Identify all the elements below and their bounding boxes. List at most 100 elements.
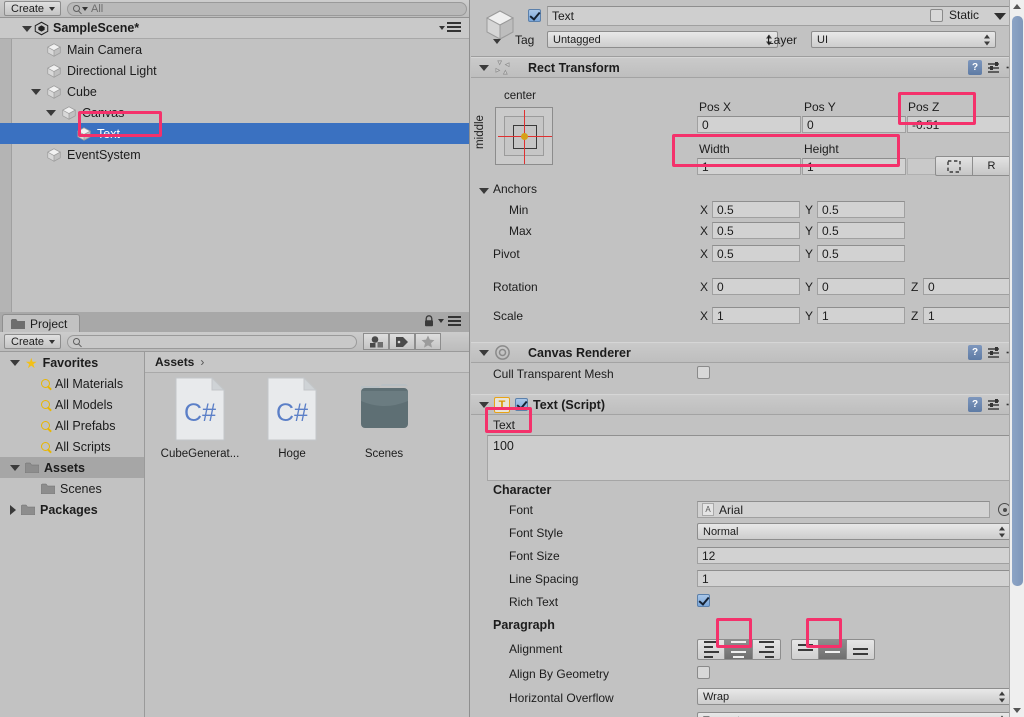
project-tree-item-assets[interactable]: Assets — [0, 457, 144, 478]
project-tree-item-all-prefabs[interactable]: All Prefabs — [0, 415, 144, 436]
chevron-down-icon[interactable] — [46, 110, 56, 116]
chevron-right-icon[interactable] — [10, 504, 16, 515]
project-tree-item-scenes[interactable]: Scenes — [0, 478, 144, 499]
preset-icon[interactable] — [987, 346, 1001, 360]
height-input[interactable]: 1 — [802, 158, 906, 175]
pivot-x-input[interactable]: 0.5 — [712, 245, 800, 262]
asset-item[interactable]: C# Hoge — [247, 376, 337, 460]
chevron-down-icon[interactable] — [22, 26, 32, 32]
pos-x-input[interactable]: 0 — [697, 116, 801, 133]
filter-by-favorite-button[interactable] — [415, 333, 442, 350]
anchor-preset-button[interactable] — [495, 107, 553, 165]
chevron-down-icon[interactable] — [479, 64, 489, 71]
chevron-down-icon[interactable] — [31, 89, 41, 95]
help-icon[interactable]: ? — [968, 345, 982, 360]
rich-text-checkbox[interactable] — [697, 594, 710, 607]
hierarchy-create-button[interactable]: Create — [4, 1, 62, 16]
project-tree-item-favorites[interactable]: ★ Favorites — [0, 352, 144, 373]
text-script-header[interactable]: T Text (Script) ? — [471, 394, 1024, 415]
project-search-input[interactable] — [67, 334, 358, 349]
canvas-renderer-header[interactable]: Canvas Renderer ? — [471, 342, 1024, 363]
font-style-dropdown[interactable]: Normal — [697, 523, 1011, 540]
project-tree-item-all-scripts[interactable]: All Scripts — [0, 436, 144, 457]
hierarchy-item-cube[interactable]: Cube — [0, 81, 469, 102]
scroll-down-arrow-icon[interactable] — [1013, 708, 1021, 713]
scale-y-input[interactable]: 1 — [817, 307, 905, 324]
preset-icon[interactable] — [987, 61, 1001, 75]
preset-icon[interactable] — [987, 398, 1001, 412]
project-create-button[interactable]: Create — [4, 334, 62, 349]
anchor-min-x-input[interactable]: 0.5 — [712, 201, 800, 218]
alignment-vertical-group[interactable] — [791, 639, 875, 660]
inspector-scrollbar[interactable] — [1009, 0, 1024, 717]
hierarchy-item-main-camera[interactable]: Main Camera — [0, 39, 469, 60]
scene-row[interactable]: SampleScene* — [0, 18, 469, 39]
alignment-horizontal-group[interactable] — [697, 639, 781, 660]
width-input[interactable]: 1 — [697, 158, 801, 175]
blueprint-mode-button[interactable] — [935, 156, 973, 176]
hierarchy-item-directional-light[interactable]: Directional Light — [0, 60, 469, 81]
pos-z-input[interactable]: -0.51 — [907, 116, 1011, 133]
hierarchy-item-canvas[interactable]: Canvas — [0, 102, 469, 123]
filter-by-type-button[interactable] — [363, 333, 390, 350]
vertical-overflow-dropdown[interactable]: Truncate — [697, 712, 1011, 717]
hierarchy-options-button[interactable] — [439, 22, 461, 33]
raw-edit-button[interactable]: R — [973, 156, 1011, 176]
help-icon[interactable]: ? — [968, 60, 982, 75]
align-center-button[interactable] — [725, 639, 753, 660]
tag-dropdown[interactable]: Untagged — [547, 31, 778, 48]
pivot-y-input[interactable]: 0.5 — [817, 245, 905, 262]
text-script-enabled-checkbox[interactable] — [515, 398, 528, 411]
align-by-geometry-checkbox[interactable] — [697, 666, 710, 679]
layer-dropdown[interactable]: UI — [811, 31, 996, 48]
font-object-field[interactable]: A Arial — [697, 501, 990, 518]
align-top-button[interactable] — [791, 639, 819, 660]
anchor-min-y-input[interactable]: 0.5 — [817, 201, 905, 218]
project-tree-item-all-models[interactable]: All Models — [0, 394, 144, 415]
gameobject-enabled-checkbox[interactable] — [528, 9, 541, 22]
anchors-chevron-down-icon[interactable] — [479, 188, 489, 194]
tab-project[interactable]: Project — [2, 314, 81, 332]
rotation-y-input[interactable]: 0 — [817, 278, 905, 295]
anchor-max-x-input[interactable]: 0.5 — [712, 222, 800, 239]
static-dropdown-chevron-icon[interactable] — [994, 13, 1006, 20]
horizontal-overflow-dropdown[interactable]: Wrap — [697, 688, 1011, 705]
anchor-max-y-input[interactable]: 0.5 — [817, 222, 905, 239]
pos-y-input[interactable]: 0 — [802, 116, 906, 133]
asset-item[interactable]: Scenes — [339, 377, 429, 460]
asset-item[interactable]: C# CubeGenerat... — [155, 376, 245, 460]
line-spacing-input[interactable]: 1 — [697, 570, 1011, 587]
static-checkbox[interactable] — [930, 9, 943, 22]
align-left-button[interactable] — [697, 639, 725, 660]
font-size-input[interactable]: 12 — [697, 547, 1011, 564]
scale-z-input[interactable]: 1 — [923, 307, 1011, 324]
cull-transparent-mesh-checkbox[interactable] — [697, 366, 710, 379]
help-icon[interactable]: ? — [968, 397, 982, 412]
blueprint-raw-group[interactable]: R — [935, 156, 1011, 176]
align-middle-button[interactable] — [819, 639, 847, 660]
scale-x-input[interactable]: 1 — [712, 307, 800, 324]
project-tree-item-all-materials[interactable]: All Materials — [0, 373, 144, 394]
text-value-textarea[interactable]: 100 — [487, 435, 1011, 481]
lock-icon[interactable] — [424, 315, 434, 327]
hierarchy-search-input[interactable]: All — [67, 1, 468, 16]
chevron-down-icon[interactable] — [479, 349, 489, 356]
chevron-down-icon[interactable] — [10, 464, 20, 471]
rotation-z-input[interactable]: 0 — [923, 278, 1011, 295]
project-tree-item-packages[interactable]: Packages — [0, 499, 144, 520]
scroll-up-arrow-icon[interactable] — [1013, 4, 1021, 9]
inspector-scrollbar-thumb[interactable] — [1012, 16, 1023, 586]
rotation-x-input[interactable]: 0 — [712, 278, 800, 295]
align-right-button[interactable] — [753, 639, 781, 660]
hierarchy-item-eventsystem[interactable]: EventSystem — [0, 144, 469, 165]
menu-icon[interactable] — [448, 316, 461, 326]
project-options-group[interactable] — [424, 315, 461, 327]
breadcrumb[interactable]: Assets › — [145, 352, 469, 373]
rect-transform-header[interactable]: Rect Transform ? — [471, 57, 1024, 78]
hierarchy-item-text[interactable]: Text — [0, 123, 469, 144]
align-bottom-button[interactable] — [847, 639, 875, 660]
chevron-down-icon[interactable] — [479, 401, 489, 408]
filter-by-label-button[interactable] — [389, 333, 416, 350]
chevron-down-icon[interactable] — [10, 359, 20, 366]
updown-arrows-icon — [999, 691, 1006, 702]
